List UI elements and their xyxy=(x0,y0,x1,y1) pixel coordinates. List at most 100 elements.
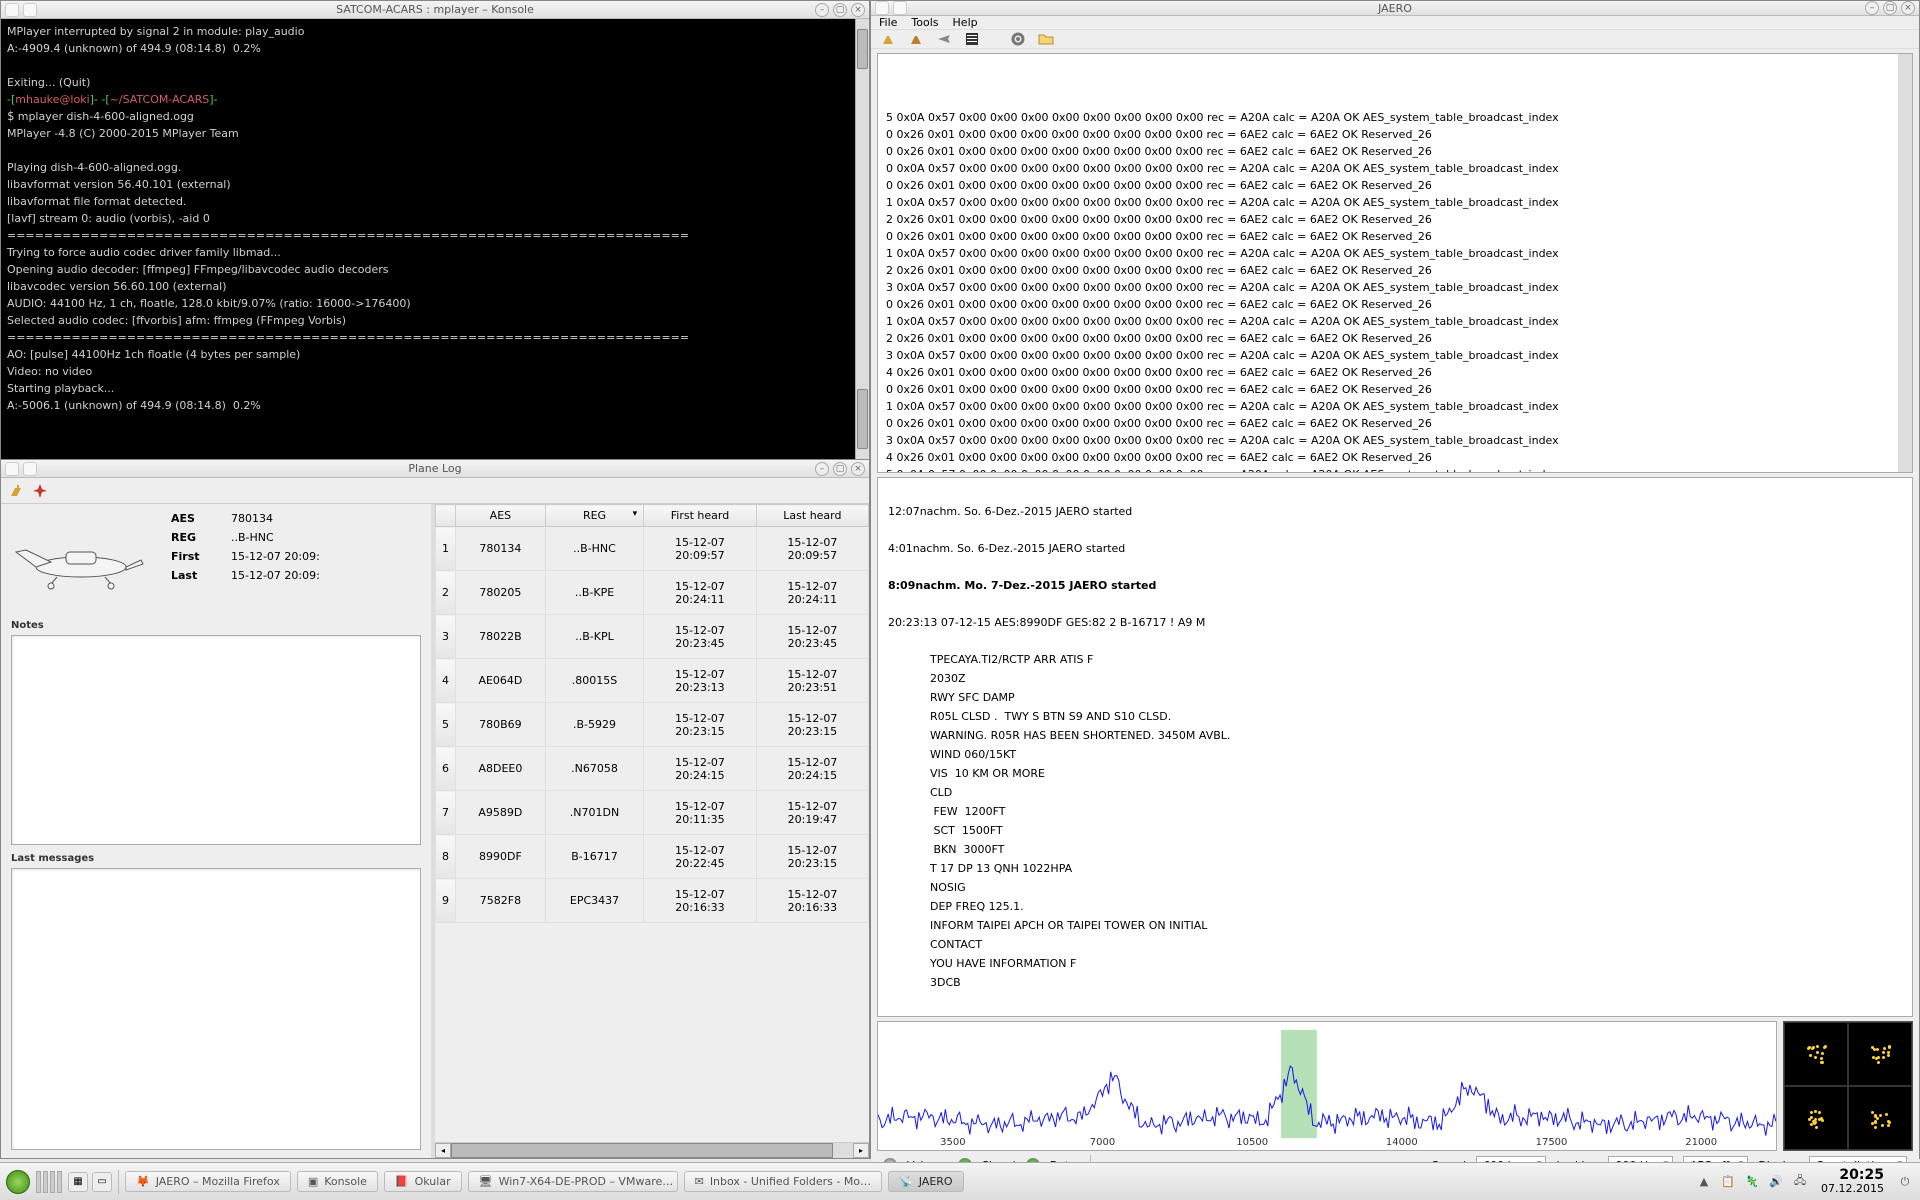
notes-textarea[interactable] xyxy=(11,635,421,845)
scroll-thumb[interactable] xyxy=(857,389,868,449)
gear-icon[interactable] xyxy=(1009,30,1027,48)
menu-file[interactable]: File xyxy=(879,16,897,29)
minimize-button[interactable]: – xyxy=(1865,1,1879,15)
table-row[interactable]: 1780134..B-HNC15-12-07 20:09:5715-12-07 … xyxy=(436,527,869,571)
scroll-thumb[interactable] xyxy=(451,1143,833,1158)
close-button[interactable]: × xyxy=(851,3,865,17)
table-row[interactable]: 97582F8EPC343715-12-07 20:16:3315-12-07 … xyxy=(436,879,869,923)
logout-icon[interactable]: ⏻ xyxy=(1896,1173,1914,1191)
taskbar-item[interactable]: 🖥 Win7-X64-DE-PROD – VMware… xyxy=(468,1171,678,1192)
tray-icon[interactable]: ▲ xyxy=(1695,1173,1713,1191)
log-line: 20:23:13 07-12-15 AES:8990DF GES:82 2 B-… xyxy=(888,616,1205,629)
col-last[interactable]: Last heard xyxy=(756,505,868,527)
hex-line: 0 0x0A 0x57 0x00 0x00 0x00 0x00 0x00 0x0… xyxy=(886,160,1904,177)
table-row[interactable]: 4AE064D.80015S15-12-07 20:23:1315-12-07 … xyxy=(436,659,869,703)
scroll-thumb[interactable] xyxy=(857,29,868,69)
jaero-menubar: File Tools Help xyxy=(871,16,1919,30)
table-row[interactable]: 7A9589D.N701DN15-12-07 20:11:3515-12-07 … xyxy=(436,791,869,835)
plane-icon[interactable] xyxy=(31,482,49,500)
plane-table[interactable]: AES REG First heard Last heard 1780134..… xyxy=(435,504,869,923)
rownum-header[interactable] xyxy=(436,505,456,527)
activity-switcher[interactable] xyxy=(36,1171,62,1193)
pin-icon[interactable] xyxy=(23,462,37,476)
hex-line: 2 0x26 0x01 0x00 0x00 0x00 0x00 0x00 0x0… xyxy=(886,211,1904,228)
maximize-button[interactable]: ▢ xyxy=(833,462,847,476)
clipboard-icon[interactable]: 📋 xyxy=(1719,1173,1737,1191)
col-aes[interactable]: AES xyxy=(456,505,546,527)
terminal-output[interactable]: MPlayer interrupted by signal 2 in modul… xyxy=(1,19,869,459)
task-icon: 🖥 xyxy=(479,1175,493,1188)
minimize-button[interactable]: – xyxy=(815,3,829,17)
system-tray: ▲ 📋 🦎 🔊 🖧 20:25 07.12.2015 ⏻ xyxy=(1695,1169,1914,1195)
planelog-titlebar[interactable]: Plane Log – ▢ × xyxy=(1,460,869,478)
close-button[interactable]: × xyxy=(851,462,865,476)
hex-scrollbar[interactable] xyxy=(1898,54,1912,472)
task-label: JAERO xyxy=(919,1175,953,1188)
log-line-bold: 8:09nachm. Mo. 7-Dez.-2015 JAERO started xyxy=(888,579,1156,592)
spectrum-tick: 14000 xyxy=(1386,1137,1418,1148)
lastmsg-textarea[interactable] xyxy=(11,868,421,1150)
constellation-display[interactable] xyxy=(1783,1021,1913,1151)
konsole-titlebar[interactable]: SATCOM-ACARS : mplayer – Konsole – ▢ × xyxy=(1,1,869,19)
task-label: JAERO – Mozilla Firefox xyxy=(156,1175,280,1188)
hex-line: 1 0x0A 0x57 0x00 0x00 0x00 0x00 0x00 0x0… xyxy=(886,313,1904,330)
planelog-window: Plane Log – ▢ × AES780134 REG..B-HNC xyxy=(0,459,870,1159)
clock-time: 20:25 xyxy=(1821,1169,1884,1182)
terminal-text: MPlayer interrupted by signal 2 in modul… xyxy=(7,25,304,89)
lastmsg-label: Last messages xyxy=(11,853,421,864)
maximize-button[interactable]: ▢ xyxy=(833,3,847,17)
table-hscroll[interactable]: ◂ ▸ xyxy=(435,1142,869,1158)
hex-line: 5 0x0A 0x57 0x00 0x00 0x00 0x00 0x00 0x0… xyxy=(886,466,1904,473)
taskbar-item[interactable]: ▣Konsole xyxy=(297,1171,378,1192)
desktop-pager[interactable]: ▦ xyxy=(68,1172,88,1192)
broom-icon[interactable] xyxy=(879,30,897,48)
message-log-pane[interactable]: 12:07nachm. So. 6-Dez.-2015 JAERO starte… xyxy=(877,477,1913,1017)
close-button[interactable]: × xyxy=(1901,1,1915,15)
hex-icon[interactable] xyxy=(963,30,981,48)
scroll-left-arrow[interactable]: ◂ xyxy=(435,1143,451,1158)
first-value: 15-12-07 20:09: xyxy=(231,550,320,563)
col-first[interactable]: First heard xyxy=(644,505,757,527)
jaero-titlebar[interactable]: JAERO – ▢ × xyxy=(871,1,1919,16)
constellation-quadrant xyxy=(1848,1022,1912,1086)
table-row[interactable]: 378022B..B-KPL15-12-07 20:23:4515-12-07 … xyxy=(436,615,869,659)
taskbar-item[interactable]: 🦊JAERO – Mozilla Firefox xyxy=(125,1171,291,1192)
folder-icon[interactable] xyxy=(1037,30,1055,48)
plane-icon[interactable] xyxy=(935,30,953,48)
pin-icon[interactable] xyxy=(23,3,37,17)
pin-icon[interactable] xyxy=(893,1,907,15)
taskbar-item[interactable]: 📡JAERO xyxy=(888,1171,964,1192)
maximize-button[interactable]: ▢ xyxy=(1883,1,1897,15)
hex-line: 0 0x26 0x01 0x00 0x00 0x00 0x00 0x00 0x0… xyxy=(886,228,1904,245)
task-label: Win7-X64-DE-PROD – VMware… xyxy=(499,1175,674,1188)
table-row[interactable]: 5780B69.B-592915-12-07 20:23:1515-12-07 … xyxy=(436,703,869,747)
start-button[interactable] xyxy=(6,1170,30,1194)
taskbar-item[interactable]: 📕Okular xyxy=(384,1171,462,1192)
table-row[interactable]: 6A8DEE0.N6705815-12-07 20:24:1515-12-07 … xyxy=(436,747,869,791)
clear-icon[interactable] xyxy=(7,482,25,500)
taskbar-item[interactable]: ✉Inbox - Unified Folders - Mo… xyxy=(684,1171,882,1192)
spectrum-display[interactable]: 3500700010500140001750021000 xyxy=(877,1021,1777,1151)
broom2-icon[interactable] xyxy=(907,30,925,48)
show-desktop-button[interactable]: ▭ xyxy=(92,1172,112,1192)
volume-icon[interactable]: 🔊 xyxy=(1767,1173,1785,1191)
minimize-button[interactable]: – xyxy=(815,462,829,476)
menu-tools[interactable]: Tools xyxy=(911,16,938,29)
taskbar-clock[interactable]: 20:25 07.12.2015 xyxy=(1815,1169,1890,1195)
col-reg[interactable]: REG xyxy=(545,505,643,527)
menu-help[interactable]: Help xyxy=(953,16,978,29)
spectrum-tick: 10500 xyxy=(1236,1137,1268,1148)
task-label: Okular xyxy=(415,1175,451,1188)
terminal-command: mplayer dish-4-600-aligned.ogg xyxy=(14,110,194,123)
table-row[interactable]: 88990DFB-1671715-12-07 20:22:4515-12-07 … xyxy=(436,835,869,879)
hex-line: 3 0x0A 0x57 0x00 0x00 0x00 0x00 0x00 0x0… xyxy=(886,347,1904,364)
hex-line: 2 0x26 0x01 0x00 0x00 0x00 0x00 0x00 0x0… xyxy=(886,330,1904,347)
app-icon xyxy=(5,3,19,17)
terminal-scrollbar[interactable] xyxy=(855,19,869,459)
hex-output-pane[interactable]: 5 0x0A 0x57 0x00 0x00 0x00 0x00 0x00 0x0… xyxy=(877,53,1913,473)
scroll-right-arrow[interactable]: ▸ xyxy=(853,1143,869,1158)
table-row[interactable]: 2780205..B-KPE15-12-07 20:24:1115-12-07 … xyxy=(436,571,869,615)
network-icon[interactable]: 🖧 xyxy=(1791,1173,1809,1191)
updater-icon[interactable]: 🦎 xyxy=(1743,1173,1761,1191)
hex-line: 5 0x0A 0x57 0x00 0x00 0x00 0x00 0x00 0x0… xyxy=(886,109,1904,126)
